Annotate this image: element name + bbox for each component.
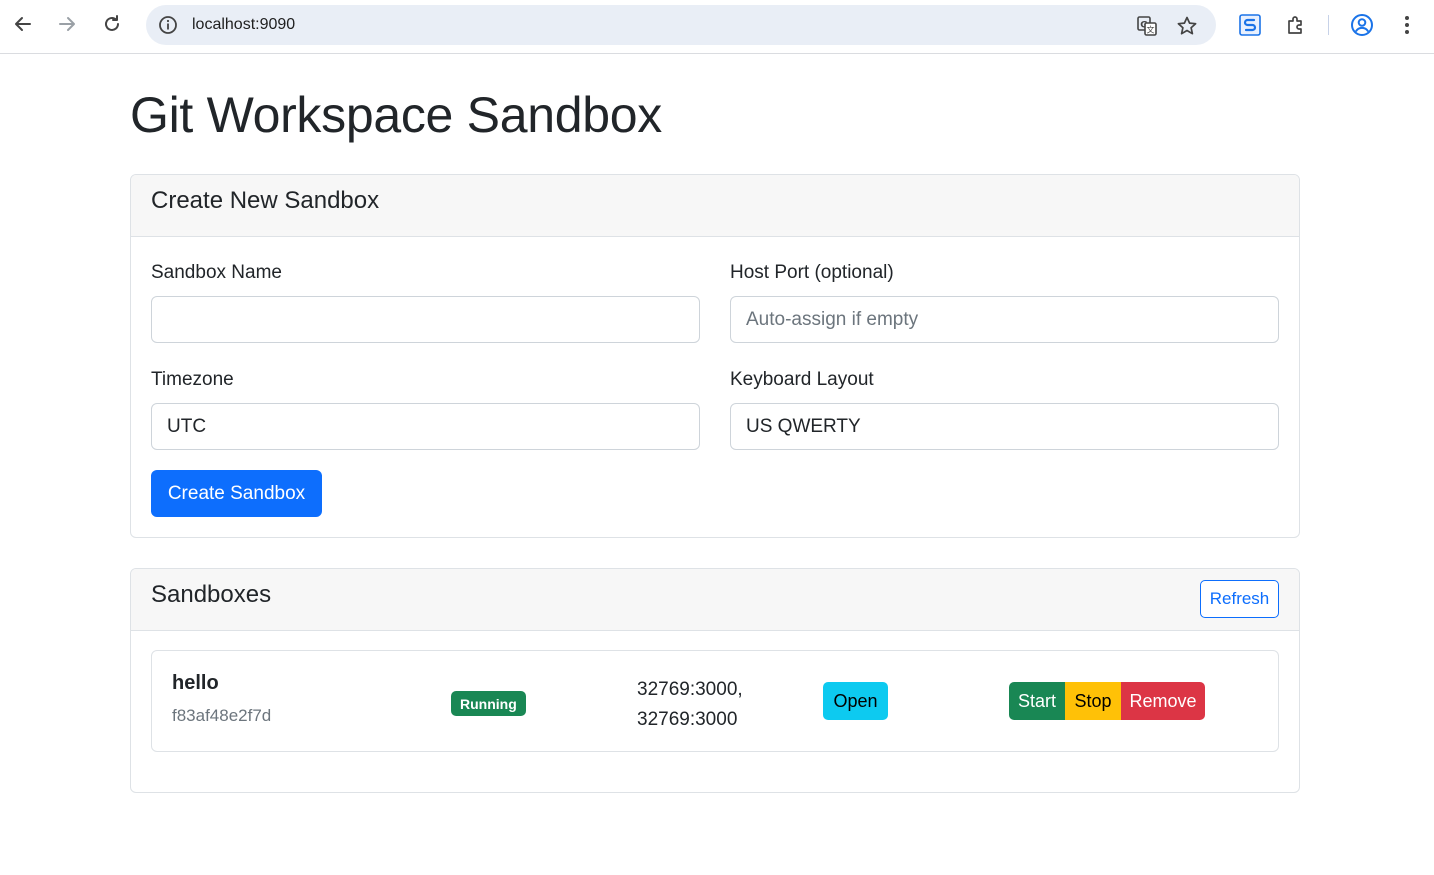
stop-button[interactable]: Stop	[1065, 682, 1121, 720]
toolbar-divider	[1328, 15, 1329, 35]
status-badge: Running	[451, 691, 526, 716]
reload-icon[interactable]	[96, 8, 128, 40]
host-port-input[interactable]: Auto-assign if empty	[730, 296, 1279, 343]
create-sandbox-button[interactable]: Create Sandbox	[151, 470, 322, 517]
sandbox-name-label: Sandbox Name	[151, 262, 282, 283]
timezone-label: Timezone	[151, 369, 234, 390]
bookmark-star-icon[interactable]	[1175, 14, 1199, 38]
address-bar[interactable]: localhost:9090 G文	[146, 5, 1216, 45]
start-button[interactable]: Start	[1009, 682, 1065, 720]
host-port-label: Host Port (optional)	[730, 262, 894, 283]
svg-text:文: 文	[1147, 25, 1155, 35]
extension-s-icon[interactable]	[1237, 12, 1263, 38]
port-mapping: 32769:3000,	[637, 679, 743, 700]
sandbox-id: f83af48e2f7d	[172, 706, 272, 725]
forward-arrow-icon[interactable]	[51, 8, 83, 40]
open-button[interactable]: Open	[823, 682, 888, 720]
timezone-input[interactable]: UTC	[151, 403, 700, 450]
refresh-button[interactable]: Refresh	[1200, 580, 1279, 618]
sandboxes-card: Sandboxes Refresh hello f83af48e2f7d Run…	[130, 568, 1300, 793]
sandboxes-card-title: Sandboxes	[151, 581, 272, 608]
back-arrow-icon[interactable]	[7, 8, 39, 40]
profile-icon[interactable]	[1349, 12, 1375, 38]
create-card-title: Create New Sandbox	[151, 187, 380, 214]
port-mapping: 32769:3000	[637, 709, 738, 730]
translate-icon[interactable]: G文	[1135, 14, 1159, 38]
sandbox-ports: 32769:3000, 32769:3000	[637, 675, 777, 735]
sandbox-name-input[interactable]	[151, 296, 700, 343]
url-text: localhost:9090	[192, 16, 296, 33]
sandboxes-card-header: Sandboxes Refresh	[131, 569, 1299, 631]
sandbox-name: hello	[172, 672, 219, 694]
page-title: Git Workspace Sandbox	[130, 87, 662, 143]
remove-button[interactable]: Remove	[1121, 682, 1205, 720]
site-info-icon[interactable]	[158, 15, 178, 35]
keyboard-layout-input[interactable]: US QWERTY	[730, 403, 1279, 450]
puzzle-extensions-icon[interactable]	[1283, 12, 1309, 38]
kebab-menu-icon[interactable]	[1394, 12, 1420, 38]
sandbox-actions-group: Start Stop Remove	[1009, 682, 1205, 720]
create-sandbox-card: Create New Sandbox Sandbox Name Host Por…	[130, 174, 1300, 538]
browser-toolbar: localhost:9090 G文	[0, 0, 1434, 54]
sandbox-row: hello f83af48e2f7d Running 32769:3000, 3…	[151, 650, 1279, 752]
keyboard-layout-label: Keyboard Layout	[730, 369, 874, 390]
create-card-header: Create New Sandbox	[131, 175, 1299, 237]
